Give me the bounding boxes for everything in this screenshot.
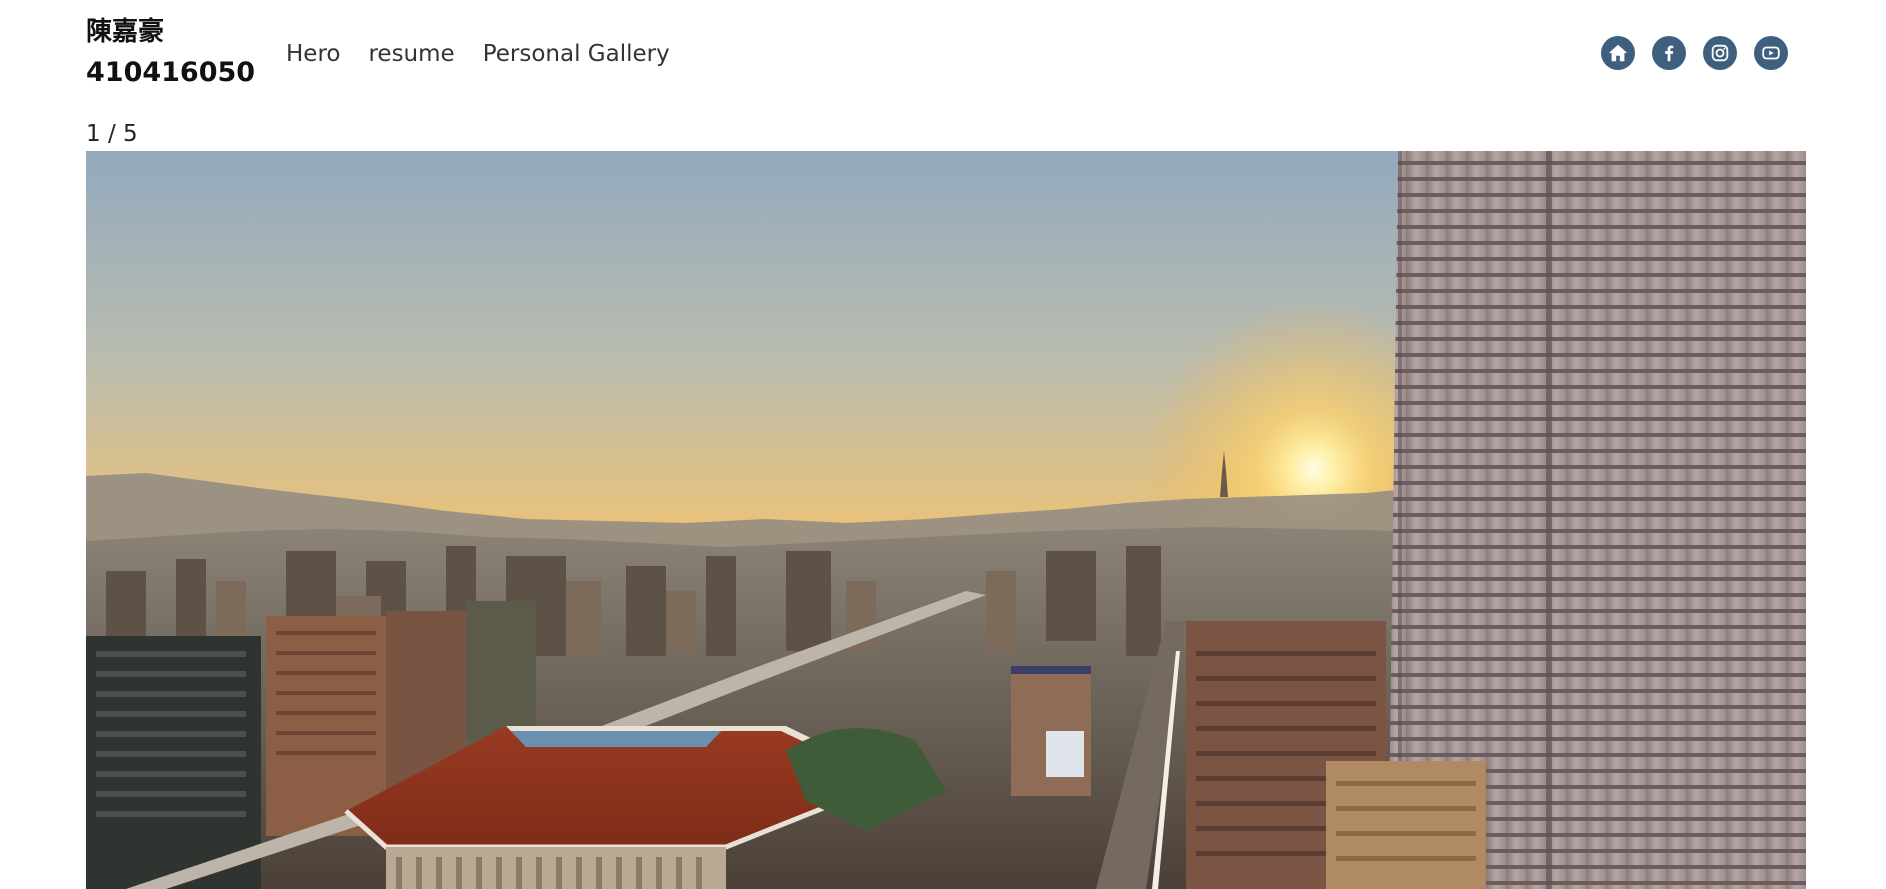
instagram-icon[interactable] — [1703, 36, 1737, 70]
slide-counter: 1 / 5 — [86, 121, 138, 147]
gallery-slide-image[interactable] — [86, 151, 1806, 889]
facebook-icon[interactable] — [1652, 36, 1686, 70]
youtube-icon[interactable] — [1754, 36, 1788, 70]
home-icon[interactable] — [1601, 36, 1635, 70]
nav-link-resume[interactable]: resume — [368, 38, 454, 70]
nav-link-personal-gallery[interactable]: Personal Gallery — [483, 38, 670, 70]
main-nav: Hero resume Personal Gallery — [286, 38, 670, 70]
social-links — [1601, 36, 1788, 70]
site-header: 陳嘉豪 410416050 Hero resume Personal Galle… — [0, 0, 1886, 110]
nav-link-hero[interactable]: Hero — [286, 38, 340, 70]
author-name: 陳嘉豪 — [86, 17, 165, 47]
brand: 陳嘉豪 410416050 — [86, 14, 256, 92]
city-sunset-photo — [86, 151, 1806, 889]
student-id: 410416050 — [86, 57, 256, 88]
